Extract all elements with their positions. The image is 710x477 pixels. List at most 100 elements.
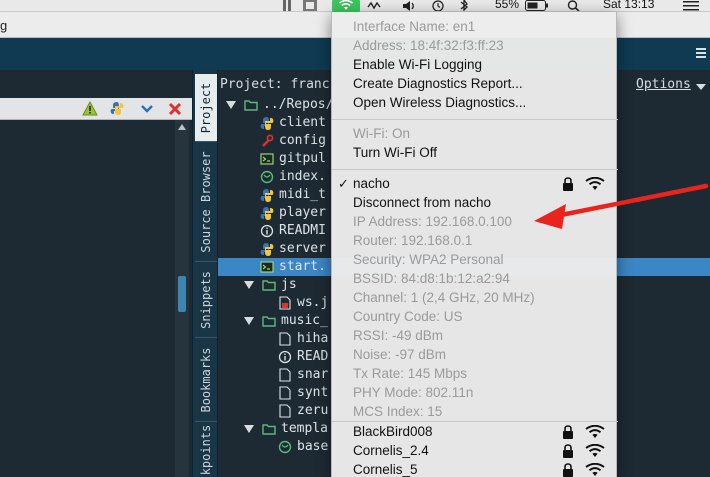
- menu-bar: 55% Sat 13:13: [0, 0, 710, 12]
- tree-item-label: snar: [297, 367, 329, 382]
- checkmark-icon: ✓: [338, 176, 349, 191]
- window-title-fragment: g: [0, 18, 8, 33]
- tree-item-label: templa: [281, 421, 328, 436]
- tab-label: Project: [199, 82, 213, 133]
- interface-name: Interface Name: en1: [353, 19, 476, 34]
- chevron-down-icon[interactable]: [140, 103, 154, 115]
- tab-snippets[interactable]: Snippets: [195, 262, 217, 338]
- turn-wifi-off-item[interactable]: Turn Wi-Fi Off: [353, 145, 437, 163]
- close-icon[interactable]: [168, 102, 182, 116]
- wifi-dropdown-menu: Interface Name: en1 Address: 18:4f:32:f3…: [331, 12, 618, 477]
- tree-item-label: READ: [297, 349, 329, 364]
- shell-icon: [260, 261, 274, 273]
- project-title: Project: franc: [220, 77, 330, 92]
- hamburger-menu-icon[interactable]: [696, 48, 706, 60]
- mac-address: Address: 18:4f:32:f3:ff:23: [353, 38, 504, 53]
- network-detail: BSSID: 84:d8:1b:12:a2:94: [353, 271, 510, 286]
- tab-source-browser[interactable]: Source Browser: [195, 142, 217, 262]
- wifi-menu-extra[interactable]: [332, 0, 360, 12]
- expand-arrow-icon[interactable]: [226, 101, 236, 109]
- vertical-tab-strip: Project Source Browser Snippets Bookmark…: [192, 70, 218, 477]
- web-icon: [278, 440, 292, 454]
- editor-scrollbar[interactable]: [175, 120, 189, 477]
- notification-center-icon[interactable]: [683, 0, 699, 11]
- tab-label: Bookmarks: [199, 346, 213, 413]
- tab-bookmarks[interactable]: Bookmarks: [195, 338, 217, 422]
- web-icon: [260, 170, 274, 184]
- search-icon[interactable]: [567, 0, 581, 11]
- network-detail: IP Address: 192.168.0.100: [353, 214, 512, 229]
- clock[interactable]: Sat 13:13: [603, 0, 654, 11]
- file-icon: [279, 386, 291, 400]
- network-detail: Noise: -97 dBm: [353, 347, 447, 362]
- time-machine-icon[interactable]: [430, 0, 446, 11]
- bluetooth-icon[interactable]: [458, 0, 470, 11]
- tree-item-label: player: [279, 205, 326, 220]
- tree-item-label: synt: [297, 385, 329, 400]
- js-icon: [279, 296, 291, 310]
- tree-item-label: base: [297, 439, 329, 454]
- lock-icon: [563, 444, 573, 458]
- scroll-up-arrow-icon[interactable]: [178, 124, 186, 130]
- tab-label: Snippets: [199, 270, 213, 329]
- editor-panel: [0, 70, 192, 477]
- info-icon: [278, 350, 292, 364]
- network-detail: Tx Rate: 145 Mbps: [353, 366, 468, 381]
- create-diagnostics-report-item[interactable]: Create Diagnostics Report...: [353, 76, 523, 94]
- tree-item-label: client: [279, 115, 326, 130]
- wifi-icon: [339, 0, 353, 10]
- tab-breakpoints[interactable]: kpoints: [195, 422, 217, 477]
- enable-wifi-logging-item[interactable]: Enable Wi-Fi Logging: [353, 57, 482, 75]
- tree-item-label: ws.j: [297, 295, 329, 310]
- wave-icon[interactable]: [367, 0, 383, 11]
- tree-item-label: READMI: [279, 223, 326, 238]
- app-icon[interactable]: [282, 0, 294, 11]
- tree-item-label: start.: [279, 259, 326, 274]
- open-wireless-diagnostics-item[interactable]: Open Wireless Diagnostics...: [353, 95, 526, 113]
- folder-icon: [262, 280, 276, 291]
- warning-icon[interactable]: [82, 101, 98, 116]
- network-detail: MCS Index: 15: [353, 404, 443, 419]
- menu-separator: [332, 119, 618, 120]
- folder-icon: [262, 424, 276, 435]
- menu-separator: [332, 421, 618, 422]
- tree-item-label: music_: [281, 313, 328, 328]
- expand-arrow-icon[interactable]: [244, 317, 254, 325]
- menu-separator: [332, 169, 618, 170]
- network-detail: Security: WPA2 Personal: [353, 252, 504, 267]
- options-menu[interactable]: Options: [636, 77, 691, 92]
- network-detail: PHY Mode: 802.11n: [353, 385, 474, 400]
- scrollbar-thumb[interactable]: [178, 276, 186, 312]
- folder-icon: [244, 100, 258, 111]
- tree-item-label: hiha: [297, 331, 329, 346]
- info-icon: [260, 224, 274, 238]
- folder-icon: [262, 316, 276, 327]
- shell-icon: [260, 153, 274, 165]
- lock-icon: [563, 425, 573, 439]
- expand-arrow-icon[interactable]: [244, 425, 254, 433]
- options-dropdown-arrow-icon[interactable]: [696, 84, 706, 90]
- network-detail: RSSI: -49 dBm: [353, 328, 444, 343]
- tree-item-label: config: [279, 133, 326, 148]
- file-icon: [279, 368, 291, 382]
- volume-icon[interactable]: [402, 0, 418, 11]
- wifi-signal-icon: [585, 425, 605, 438]
- network-name: Cornelis_5: [353, 462, 418, 477]
- tree-item-label: ../Repos/: [263, 97, 334, 112]
- python-icon[interactable]: [110, 101, 124, 116]
- tree-item-label: gitpul: [279, 151, 326, 166]
- expand-arrow-icon[interactable]: [244, 281, 254, 289]
- disconnect-item[interactable]: Disconnect from nacho: [353, 195, 491, 213]
- app-icon[interactable]: [303, 0, 317, 11]
- editor-toolbar: [0, 98, 192, 120]
- wifi-status: Wi-Fi: On: [353, 126, 410, 141]
- tab-project[interactable]: Project: [195, 74, 217, 142]
- tree-item-label: js: [281, 277, 297, 292]
- battery-icon[interactable]: [525, 0, 549, 11]
- python-icon: [260, 117, 274, 130]
- tab-label: kpoints: [199, 424, 213, 475]
- network-detail: Channel: 1 (2,4 GHz, 20 MHz): [353, 290, 535, 305]
- network-detail: Country Code: US: [353, 309, 463, 324]
- wifi-signal-icon: [585, 444, 605, 457]
- tab-label: Source Browser: [199, 150, 213, 253]
